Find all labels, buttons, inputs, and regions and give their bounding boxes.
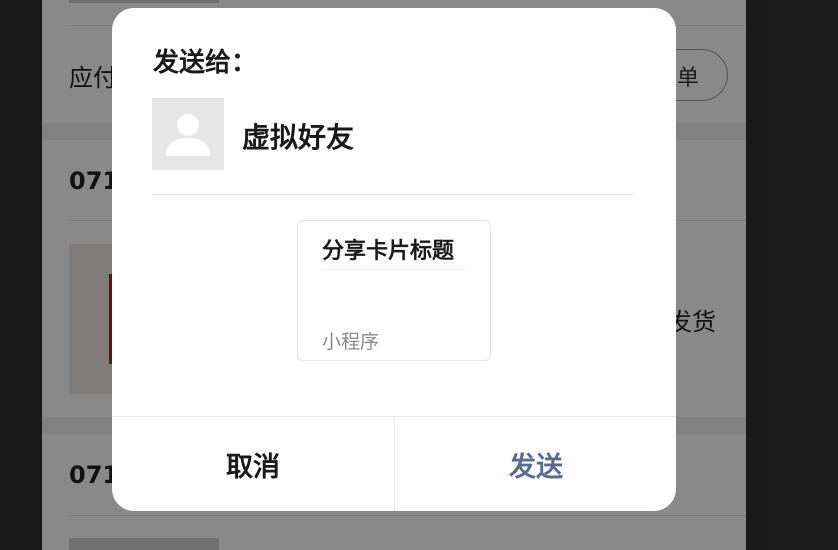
dialog-footer: 取消 发送 bbox=[112, 416, 676, 511]
share-card-type: 小程序 bbox=[322, 331, 380, 353]
cancel-button[interactable]: 取消 bbox=[112, 417, 394, 511]
share-card-title: 分享卡片标题 bbox=[322, 239, 455, 264]
recipient-name: 虚拟好友 bbox=[242, 121, 355, 154]
divider bbox=[322, 269, 466, 270]
send-button[interactable]: 发送 bbox=[394, 417, 676, 511]
share-card-preview: 分享卡片标题 小程序 bbox=[297, 220, 491, 361]
default-user-avatar-icon bbox=[152, 98, 224, 170]
share-dialog: 发送给： 虚拟好友 分享卡片标题 小程序 取消 发送 bbox=[112, 8, 676, 511]
send-to-title: 发送给： bbox=[153, 48, 258, 78]
divider bbox=[152, 194, 634, 195]
screen: 应付 单 071 发货 071 发送给： 虚拟好友 分享卡片标题 小程序 取消 … bbox=[0, 0, 838, 550]
